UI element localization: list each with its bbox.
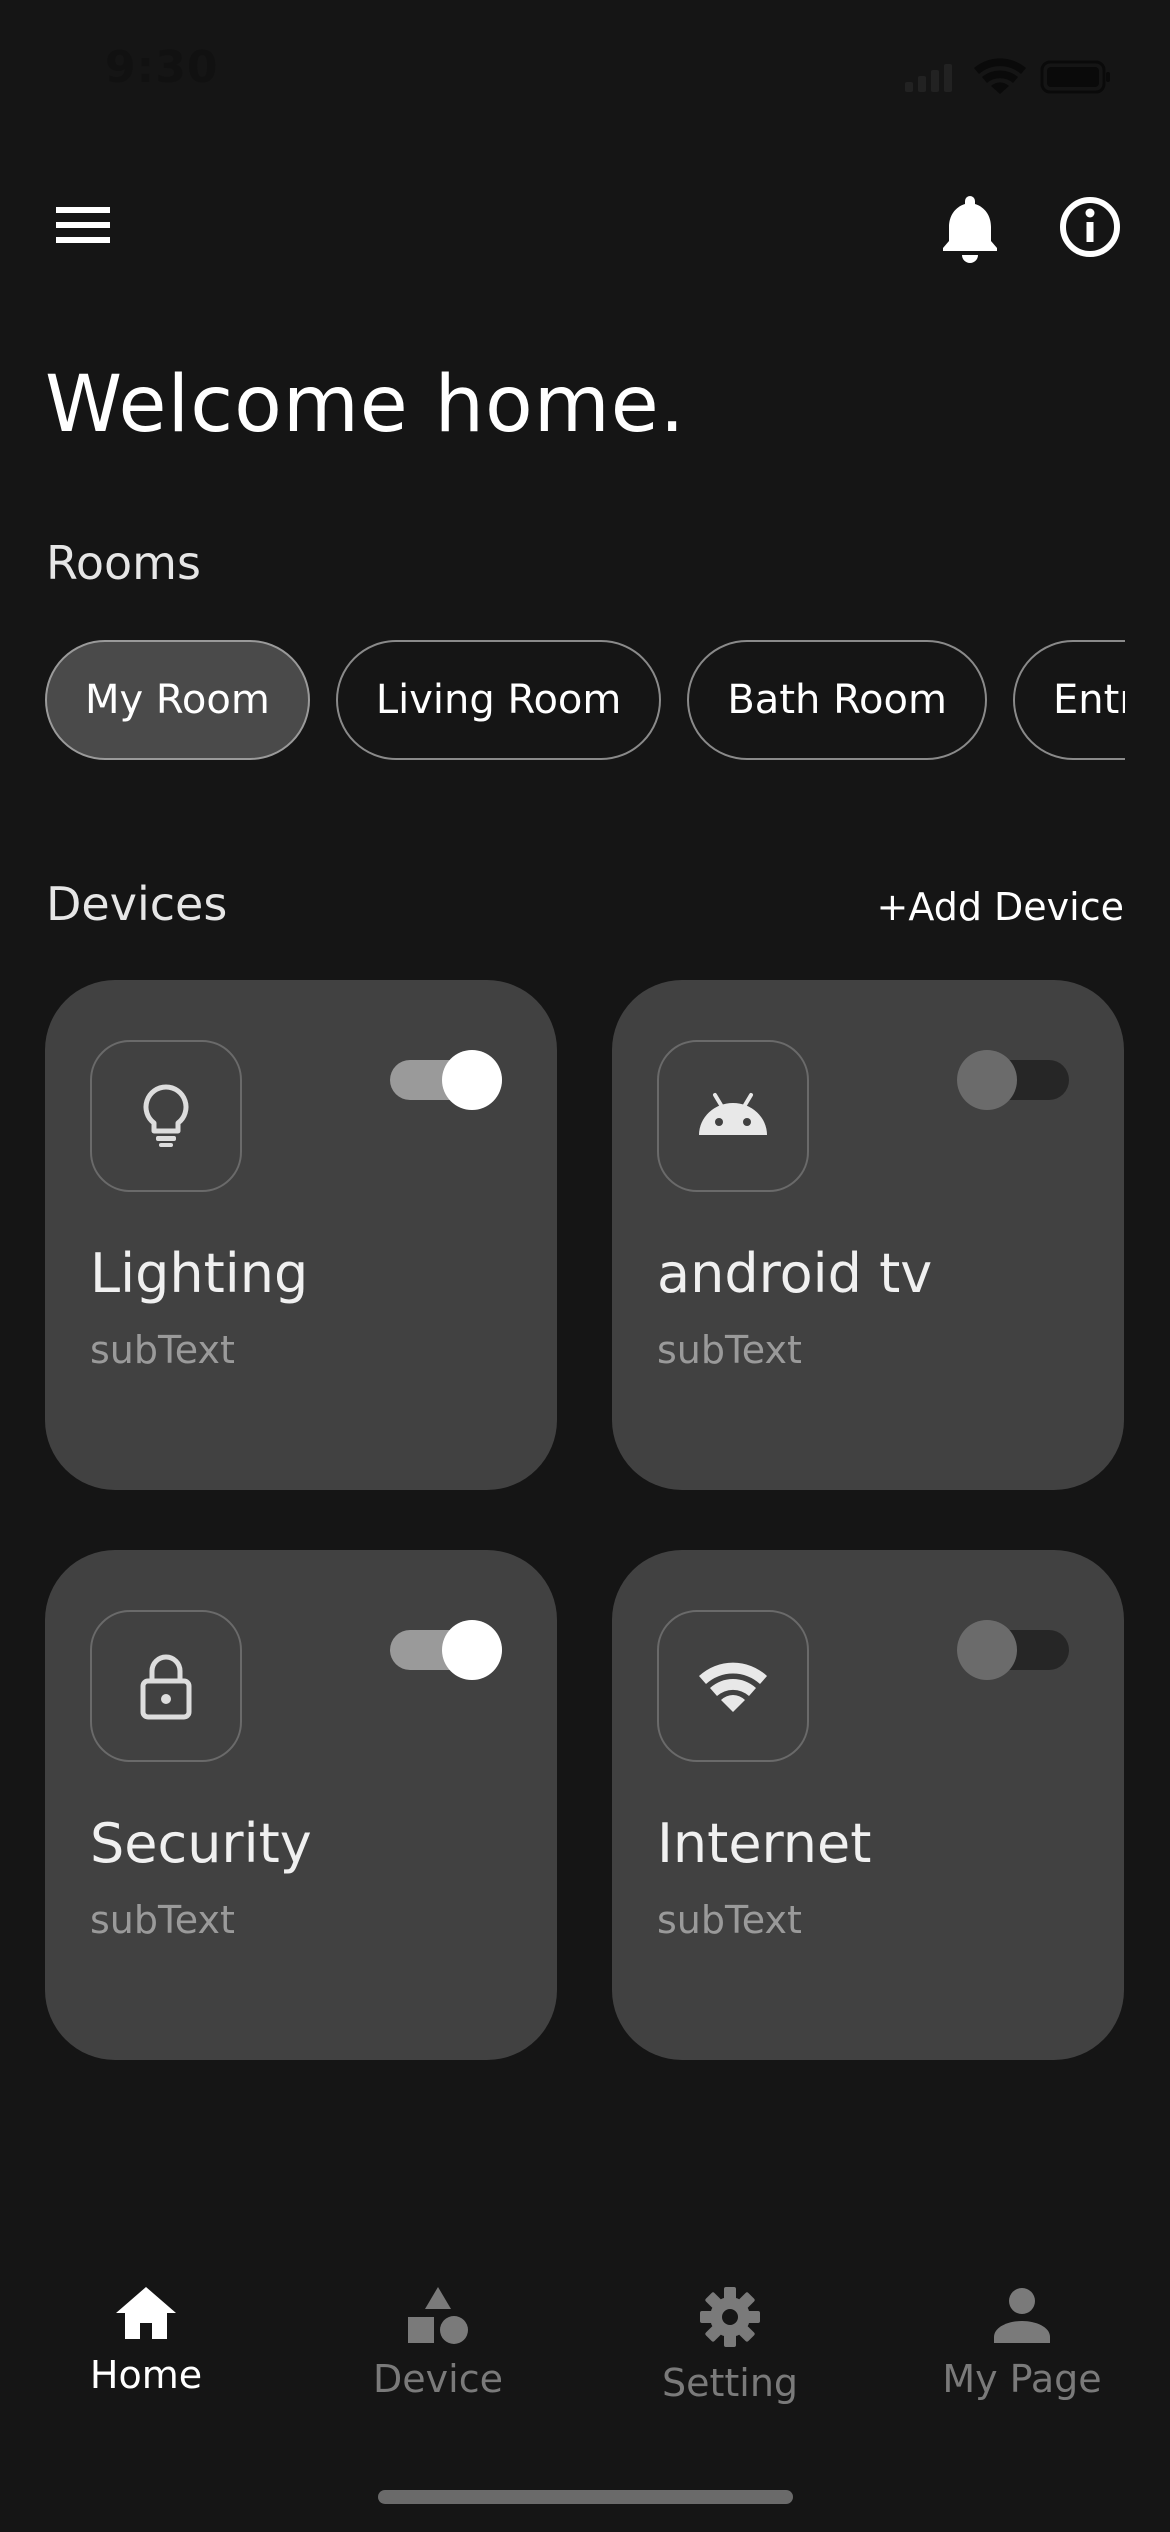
wifi-status-icon	[974, 58, 1026, 94]
device-card-security[interactable]: Security subText	[45, 1550, 557, 2060]
status-time: 9:30	[105, 42, 219, 93]
room-chip-living-room[interactable]: Living Room	[335, 640, 662, 760]
lightbulb-icon	[90, 1040, 242, 1192]
shapes-icon	[408, 2287, 468, 2344]
rooms-label: Rooms	[46, 536, 201, 590]
notifications-button[interactable]	[935, 190, 1005, 265]
device-name: android tv	[657, 1242, 933, 1305]
device-card-internet[interactable]: Internet subText	[612, 1550, 1124, 2060]
info-button[interactable]	[1055, 192, 1125, 262]
wifi-icon	[657, 1610, 809, 1762]
gear-icon	[700, 2287, 760, 2347]
home-indicator	[378, 2490, 793, 2504]
room-chip-entrance[interactable]: Entrance	[1012, 640, 1125, 760]
nav-label: Setting	[661, 2361, 799, 2405]
lighting-toggle[interactable]	[390, 1050, 502, 1110]
device-subtext: subText	[90, 1898, 235, 1942]
device-card-android-tv[interactable]: android tv subText	[612, 980, 1124, 1490]
page-title: Welcome home.	[45, 360, 686, 450]
nav-setting[interactable]: Setting	[620, 2285, 840, 2415]
nav-label: My Page	[942, 2357, 1102, 2401]
nav-label: Device	[373, 2357, 503, 2401]
person-icon	[994, 2288, 1050, 2343]
info-icon	[1060, 197, 1120, 257]
devices-label: Devices	[46, 877, 228, 931]
home-icon	[116, 2287, 176, 2339]
signal-icon	[905, 64, 952, 92]
status-icons	[900, 50, 1115, 100]
nav-device[interactable]: Device	[328, 2285, 548, 2415]
add-device-button[interactable]: +Add Device	[877, 885, 1124, 929]
android-tv-toggle[interactable]	[957, 1050, 1069, 1110]
bell-icon	[943, 196, 997, 263]
hamburger-icon	[56, 207, 110, 243]
android-icon	[657, 1040, 809, 1192]
nav-label: Home	[89, 2353, 203, 2397]
internet-toggle[interactable]	[957, 1620, 1069, 1680]
nav-my-page[interactable]: My Page	[912, 2285, 1132, 2415]
device-name: Internet	[657, 1812, 872, 1875]
menu-button[interactable]	[50, 195, 120, 255]
lock-icon	[90, 1610, 242, 1762]
nav-home[interactable]: Home	[36, 2285, 256, 2415]
device-subtext: subText	[657, 1328, 802, 1372]
room-chip-bath-room[interactable]: Bath Room	[687, 640, 987, 760]
device-name: Lighting	[90, 1242, 309, 1305]
device-subtext: subText	[90, 1328, 235, 1372]
security-toggle[interactable]	[390, 1620, 502, 1680]
battery-icon	[1040, 60, 1110, 94]
device-name: Security	[90, 1812, 312, 1875]
rooms-chip-list[interactable]: My Room Living Room Bath Room Entrance	[45, 640, 1125, 765]
device-card-lighting[interactable]: Lighting subText	[45, 980, 557, 1490]
room-chip-my-room[interactable]: My Room	[45, 640, 310, 760]
device-subtext: subText	[657, 1898, 802, 1942]
